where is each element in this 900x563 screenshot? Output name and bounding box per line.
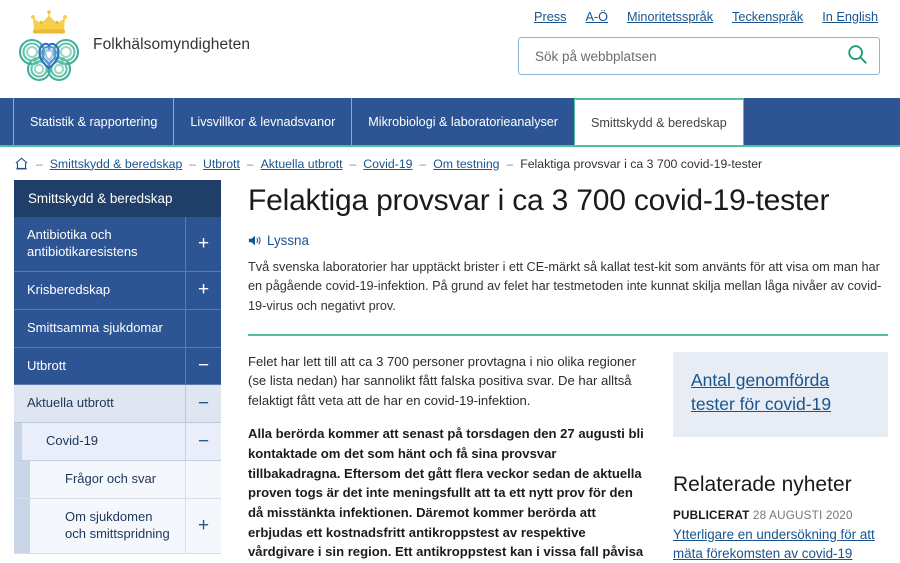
related-news-title: Relaterade nyheter <box>673 472 852 496</box>
nav-tab-smittskydd[interactable]: Smittskydd & beredskap <box>574 98 744 145</box>
sidebar-item-covid-19[interactable]: Covid-19 − <box>14 423 221 462</box>
nav-tab-livsvillkor[interactable]: Livsvillkor & levnadsvanor <box>173 98 353 145</box>
indent-rail <box>14 423 22 461</box>
page-title: Felaktiga provsvar i ca 3 700 covid-19-t… <box>248 184 830 217</box>
sidebar-item-aktuella-utbrott[interactable]: Aktuella utbrott − <box>14 385 221 424</box>
crown-clover-logo-icon <box>14 6 84 84</box>
article-paragraph-2: Alla berörda kommer att senast på torsda… <box>248 426 644 560</box>
sidebar-item-label: Krisberedskap <box>27 281 111 297</box>
section-sidebar: Smittskydd & beredskap Antibiotika och a… <box>14 180 221 563</box>
breadcrumb: – Smittskydd & beredskap – Utbrott – Akt… <box>0 147 900 180</box>
news-date: 28 AUGUSTI 2020 <box>752 508 853 522</box>
collapse-toggle-icon[interactable]: − <box>185 385 221 423</box>
sidebar-item-label: Covid-19 <box>46 433 99 449</box>
site-search[interactable] <box>518 37 880 75</box>
nav-spacer-right <box>744 98 900 145</box>
news-link[interactable]: Ytterligare en undersökning för att mäta… <box>673 525 888 563</box>
section-divider <box>248 333 888 336</box>
sidebar-item-om-sjukdomen[interactable]: Om sjukdomen och smittspridning + <box>14 499 221 554</box>
indent-rail <box>14 461 30 499</box>
page-body: Smittskydd & beredskap Antibiotika och a… <box>0 180 900 563</box>
nav-spacer-left <box>0 98 14 145</box>
promo-box[interactable]: Antal genomförda tester för covid-19 <box>673 351 888 437</box>
breadcrumb-link-om-testning[interactable]: Om testning <box>433 157 499 171</box>
sidebar-item-label: Om sjukdomen och smittspridning <box>65 509 170 542</box>
sidebar-item-krisberedskap[interactable]: Krisberedskap + <box>14 271 221 310</box>
main-nav: Statistik & rapportering Livsvillkor & l… <box>0 98 900 147</box>
breadcrumb-current: Felaktiga provsvar i ca 3 700 covid-19-t… <box>520 156 763 171</box>
nav-tab-statistik[interactable]: Statistik & rapportering <box>13 98 175 145</box>
utility-link-minoritetssprak[interactable]: Minoritetsspråk <box>627 10 713 24</box>
expand-toggle-icon <box>185 461 221 499</box>
breadcrumb-separator-0: – <box>36 156 43 171</box>
utility-link-press[interactable]: Press <box>534 10 566 24</box>
site-header: Folkhälsomyndigheten Press A-Ö Minoritet… <box>0 0 900 98</box>
article-preamble: Två svenska laboratorier har upptäckt br… <box>248 259 882 313</box>
sidebar-item-fragor-och-svar[interactable]: Frågor och svar <box>14 461 221 500</box>
expand-toggle-icon <box>185 309 221 347</box>
sidebar-item-utbrott[interactable]: Utbrott − <box>14 347 221 386</box>
expand-toggle-icon[interactable]: + <box>185 217 221 271</box>
expand-toggle-icon[interactable]: + <box>185 499 221 553</box>
news-list-item[interactable]: PUBLICERAT 28 AUGUSTI 2020 Ytterligare e… <box>673 509 888 563</box>
breadcrumb-link-utbrott[interactable]: Utbrott <box>203 157 240 171</box>
search-input[interactable] <box>533 47 846 65</box>
breadcrumb-link-covid-19[interactable]: Covid-19 <box>363 157 412 171</box>
breadcrumb-link-aktuella-utbrott[interactable]: Aktuella utbrott <box>261 157 343 171</box>
listen-button[interactable]: Lyssna <box>248 233 888 248</box>
speaker-icon <box>248 234 262 247</box>
indent-rail <box>14 499 30 553</box>
site-logo[interactable]: Folkhälsomyndigheten <box>14 6 250 84</box>
breadcrumb-separator-4: – <box>419 156 427 171</box>
sidebar-item-label: Smittsamma sjukdomar <box>27 319 163 335</box>
expand-toggle-icon[interactable]: + <box>185 271 221 309</box>
collapse-toggle-icon[interactable]: − <box>185 423 221 461</box>
home-icon[interactable] <box>14 156 29 171</box>
sidebar-item-antibiotika[interactable]: Antibiotika och antibiotikaresistens + <box>14 217 221 272</box>
sidebar-title: Smittskydd & beredskap <box>14 180 221 217</box>
search-icon[interactable] <box>846 43 868 70</box>
sidebar-item-label: Utbrott <box>27 357 67 373</box>
right-column: Antal genomförda tester för covid-19 Rel… <box>673 351 888 563</box>
sidebar-item-label: Frågor och svar <box>65 471 157 487</box>
article-body: Felet har lett till att ca 3 700 persone… <box>248 352 647 563</box>
utility-link-a-o[interactable]: A-Ö <box>585 10 608 24</box>
news-published-label: PUBLICERAT <box>673 508 750 522</box>
sidebar-item-label: Antibiotika och antibiotikaresistens <box>27 227 138 259</box>
listen-label: Lyssna <box>267 232 309 248</box>
utility-nav: Press A-Ö Minoritetsspråk Teckenspråk In… <box>534 10 878 24</box>
sidebar-item-smittsamma-sjukdomar[interactable]: Smittsamma sjukdomar <box>14 309 221 348</box>
site-logo-text: Folkhälsomyndigheten <box>93 36 251 53</box>
content-columns: Felet har lett till att ca 3 700 persone… <box>248 351 888 563</box>
breadcrumb-link-smittskydd[interactable]: Smittskydd & beredskap <box>50 157 183 171</box>
promo-link-antal-tester[interactable]: Antal genomförda tester för covid-19 <box>691 370 831 415</box>
article-content: Felaktiga provsvar i ca 3 700 covid-19-t… <box>221 180 900 563</box>
sidebar-item-label: Aktuella utbrott <box>27 395 114 411</box>
breadcrumb-separator-1: – <box>189 156 196 171</box>
collapse-toggle-icon[interactable]: − <box>185 347 221 385</box>
utility-link-in-english[interactable]: In English <box>822 10 878 24</box>
breadcrumb-separator-2: – <box>246 156 254 171</box>
breadcrumb-separator-5: – <box>506 156 514 171</box>
utility-link-teckensprak[interactable]: Teckenspråk <box>732 10 803 24</box>
news-meta: PUBLICERAT 28 AUGUSTI 2020 <box>673 509 888 522</box>
nav-tab-mikrobiologi[interactable]: Mikrobiologi & laboratorieanalyser <box>351 98 575 145</box>
article-paragraph-1: Felet har lett till att ca 3 700 persone… <box>248 353 636 408</box>
breadcrumb-separator-3: – <box>349 156 357 171</box>
